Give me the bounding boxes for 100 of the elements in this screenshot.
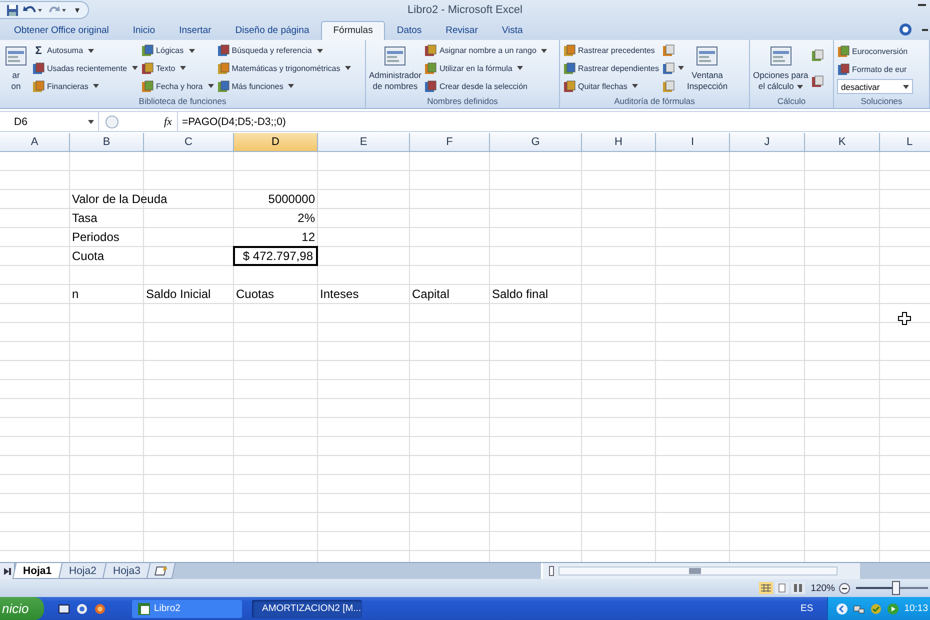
- ribbon-button[interactable]: Quitar flechas: [563, 78, 659, 94]
- ribbon-tab[interactable]: Vista: [490, 21, 535, 40]
- table-cell[interactable]: Tasa: [72, 209, 98, 227]
- insert-sheet-icon[interactable]: [154, 566, 169, 576]
- column-header[interactable]: A: [0, 133, 70, 151]
- caret-icon: [88, 120, 94, 124]
- column-header[interactable]: B: [70, 133, 144, 151]
- last-sheet-icon[interactable]: [4, 568, 10, 574]
- ribbon-tab[interactable]: Obtener Office original: [2, 21, 121, 40]
- book-icon: [811, 75, 824, 88]
- ribbon-button[interactable]: ar on: [3, 42, 29, 95]
- sheet-tab[interactable]: Hoja3: [102, 563, 152, 579]
- ribbon-tab[interactable]: Diseño de página: [223, 21, 322, 40]
- network-icon[interactable]: [853, 602, 866, 614]
- scrollbar-drawing[interactable]: [549, 566, 839, 576]
- ribbon-button[interactable]: Asignar nombre a un rango: [424, 42, 548, 59]
- ribbon-button[interactable]: Ventana Inspección: [686, 42, 728, 95]
- column-header[interactable]: K: [805, 133, 880, 151]
- ribbon-button[interactable]: Fecha y hora: [141, 78, 214, 94]
- ribbon-button[interactable]: Usadas recientemente: [32, 60, 138, 76]
- help-icon[interactable]: [899, 23, 912, 36]
- column-header[interactable]: E: [318, 133, 410, 151]
- ribbon-button[interactable]: Opciones para el cálculo: [753, 42, 808, 95]
- slider-thumb[interactable]: [892, 581, 900, 595]
- table-cell[interactable]: Cuotas: [236, 285, 274, 303]
- ribbon-button[interactable]: Crear desde la selección: [424, 78, 548, 94]
- normal-view-icon[interactable]: [758, 582, 773, 594]
- ribbon-button[interactable]: Búsqueda y referencia: [216, 42, 352, 59]
- table-cell[interactable]: Inteses: [320, 285, 359, 303]
- table-cell[interactable]: Saldo Inicial: [146, 285, 211, 303]
- ribbon-button[interactable]: Euroconversión: [837, 43, 913, 59]
- ribbon-tab[interactable]: Inicio: [120, 21, 168, 40]
- ribbon-button[interactable]: Utilizar en la fórmula: [424, 60, 548, 76]
- ribbon-button[interactable]: Σ Autosuma: [32, 42, 138, 59]
- ribbon-button[interactable]: [811, 47, 824, 64]
- table-cell[interactable]: Saldo final: [492, 285, 548, 303]
- column-header[interactable]: C: [144, 133, 234, 151]
- ribbon-button[interactable]: Lógicas: [141, 42, 214, 59]
- column-header[interactable]: D: [234, 133, 318, 151]
- table-cell[interactable]: 5000000: [268, 190, 315, 208]
- ribbon-button[interactable]: Texto: [141, 60, 214, 76]
- table-cell[interactable]: Cuota: [72, 247, 104, 265]
- caret-icon: [903, 84, 909, 88]
- page-layout-icon[interactable]: [774, 582, 789, 594]
- table-cell[interactable]: Capital: [412, 285, 450, 303]
- table-cell[interactable]: 2%: [298, 209, 315, 227]
- app-icon[interactable]: [76, 602, 88, 614]
- table-cell[interactable]: n: [72, 285, 79, 303]
- zoom-out-icon[interactable]: [839, 582, 850, 594]
- table-cell[interactable]: 12: [302, 228, 315, 246]
- ribbon-button[interactable]: Más funciones: [216, 78, 352, 94]
- book-icon: [837, 44, 850, 58]
- customize-menu-button[interactable]: ▾: [75, 5, 80, 15]
- column-header[interactable]: J: [730, 133, 805, 151]
- column-header[interactable]: G: [490, 133, 582, 151]
- book-icon: [837, 62, 850, 76]
- taskbar-button[interactable]: AMORTIZACION2 [M...: [252, 600, 362, 618]
- ribbon-button[interactable]: [811, 74, 824, 90]
- table-cell[interactable]: Periodos: [72, 228, 120, 246]
- play-icon[interactable]: [887, 602, 900, 614]
- sheet-tab[interactable]: Hoja1: [12, 563, 62, 579]
- window-title: Libro2 - Microsoft Excel: [408, 4, 522, 16]
- ribbon-button[interactable]: Matemáticas y trigonométricas: [216, 60, 352, 76]
- column-header[interactable]: L: [880, 133, 930, 151]
- taskbar-button[interactable]: Libro2: [132, 600, 242, 618]
- ribbon-button[interactable]: Formato de eur: [837, 61, 913, 77]
- table-cell[interactable]: $ 472.797,98: [233, 246, 318, 266]
- ribbon-tab[interactable]: Insertar: [167, 21, 224, 40]
- minimize-icon[interactable]: [918, 4, 926, 7]
- column-header[interactable]: I: [656, 133, 730, 151]
- page-break-icon[interactable]: [790, 582, 805, 594]
- ribbon-button[interactable]: Financieras: [32, 78, 138, 94]
- start-button[interactable]: nicio: [0, 597, 44, 620]
- ribbon-button[interactable]: Rastrear precedentes: [563, 42, 659, 59]
- sheet-tab[interactable]: Hoja2: [58, 563, 107, 579]
- save-icon[interactable]: [6, 4, 19, 16]
- book-icon: [662, 62, 675, 75]
- ribbon-tab[interactable]: Datos: [384, 21, 434, 40]
- ribbon-tab[interactable]: Revisar: [434, 21, 490, 40]
- caret-icon: [93, 84, 100, 88]
- book-icon: [216, 44, 230, 58]
- ribbon-button[interactable]: Rastrear dependientes: [563, 60, 659, 76]
- insert-function-button[interactable]: fx: [159, 116, 177, 128]
- ribbon-button[interactable]: [662, 60, 684, 76]
- table-cell[interactable]: Valor de la Deuda: [72, 190, 168, 208]
- browser-icon[interactable]: [94, 602, 106, 614]
- caret-icon: [132, 66, 138, 70]
- desktop-icon[interactable]: [58, 602, 70, 614]
- ribbon-tab[interactable]: Fórmulas: [321, 21, 385, 40]
- ribbon-button[interactable]: Administrador de nombres: [369, 42, 422, 95]
- caret-icon: [316, 48, 323, 53]
- dropdown-field[interactable]: desactivar: [837, 79, 913, 94]
- language-indicator[interactable]: ES: [800, 603, 814, 614]
- column-header[interactable]: H: [582, 133, 656, 151]
- formula-field[interactable]: =PAGO(D4;D5;-D3;;0): [176, 112, 930, 131]
- column-header[interactable]: F: [410, 133, 490, 151]
- book-icon: [563, 80, 576, 93]
- shield-icon[interactable]: [870, 602, 882, 614]
- name-box[interactable]: D6: [0, 112, 99, 131]
- zoom-level[interactable]: 120%: [810, 582, 835, 594]
